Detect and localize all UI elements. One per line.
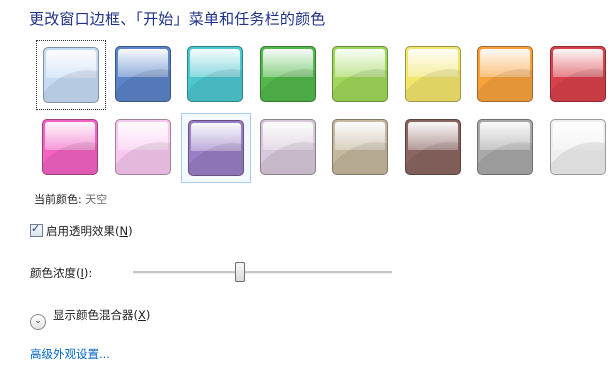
color-swatch-tile bbox=[187, 46, 243, 102]
current-color: 当前颜色: 天空 bbox=[34, 191, 107, 207]
color-swatch-tile bbox=[405, 46, 461, 102]
color-swatch-lime[interactable] bbox=[326, 40, 396, 110]
color-swatch-tile bbox=[550, 119, 606, 175]
intensity-label-row: 颜色浓度(I): bbox=[30, 266, 93, 280]
chevron-down-icon[interactable]: ⌄ bbox=[30, 314, 46, 330]
color-swatch-fuchsia[interactable] bbox=[36, 113, 106, 183]
color-swatch-tile bbox=[188, 120, 244, 176]
advanced-appearance-link[interactable]: 高级外观设置... bbox=[30, 346, 110, 362]
intensity-slider-track[interactable] bbox=[133, 271, 392, 274]
color-swatch-blush[interactable] bbox=[109, 113, 179, 183]
intensity-label: 颜色浓度 bbox=[30, 266, 76, 280]
color-swatch-pumpkin[interactable] bbox=[471, 40, 541, 110]
color-swatch-slate[interactable] bbox=[471, 113, 541, 183]
transparency-mnemonic: N bbox=[119, 224, 129, 238]
intensity-slider-thumb[interactable] bbox=[235, 262, 245, 282]
color-swatch-tile bbox=[477, 46, 533, 102]
color-swatch-leaf[interactable] bbox=[254, 40, 324, 110]
color-swatch-tile bbox=[42, 119, 98, 175]
color-swatch-tile bbox=[477, 119, 533, 175]
color-swatch-ruby[interactable] bbox=[544, 40, 612, 110]
color-swatch-tile bbox=[115, 46, 171, 102]
intensity-mnemonic: I bbox=[80, 266, 84, 280]
color-swatch-twilight[interactable] bbox=[109, 40, 179, 110]
color-swatch-tile bbox=[405, 119, 461, 175]
color-swatch-lemon[interactable] bbox=[399, 40, 469, 110]
transparency-checkbox[interactable] bbox=[30, 222, 43, 237]
color-swatch-tile bbox=[332, 119, 388, 175]
color-swatch-violet[interactable] bbox=[181, 113, 251, 183]
color-mixer-toggle[interactable]: ⌄ 显示颜色混合器(X) bbox=[30, 307, 150, 330]
color-swatch-tile bbox=[43, 47, 99, 103]
color-swatch-chocolate[interactable] bbox=[399, 113, 469, 183]
current-color-value: 天空 bbox=[85, 193, 108, 206]
color-mixer-label: 显示颜色混合器 bbox=[53, 308, 134, 322]
color-swatch-tile bbox=[260, 46, 316, 102]
color-mixer-mnemonic: X bbox=[138, 308, 146, 322]
color-swatch-sky[interactable] bbox=[36, 40, 106, 110]
transparency-option[interactable]: 启用透明效果(N) bbox=[30, 222, 133, 239]
current-color-label: 当前颜色: bbox=[34, 193, 82, 206]
color-swatch-frost[interactable] bbox=[544, 113, 612, 183]
page-title: 更改窗口边框、「开始」菜单和任务栏的颜色 bbox=[29, 10, 326, 28]
color-swatch-lavender[interactable] bbox=[254, 113, 324, 183]
color-swatch-tile bbox=[550, 46, 606, 102]
color-swatch-sea[interactable] bbox=[181, 40, 251, 110]
color-swatch-tile bbox=[332, 46, 388, 102]
color-swatch-tile bbox=[115, 119, 171, 175]
color-swatch-taupe[interactable] bbox=[326, 113, 396, 183]
color-swatch-tile bbox=[260, 119, 316, 175]
transparency-label: 启用透明效果 bbox=[46, 224, 115, 238]
